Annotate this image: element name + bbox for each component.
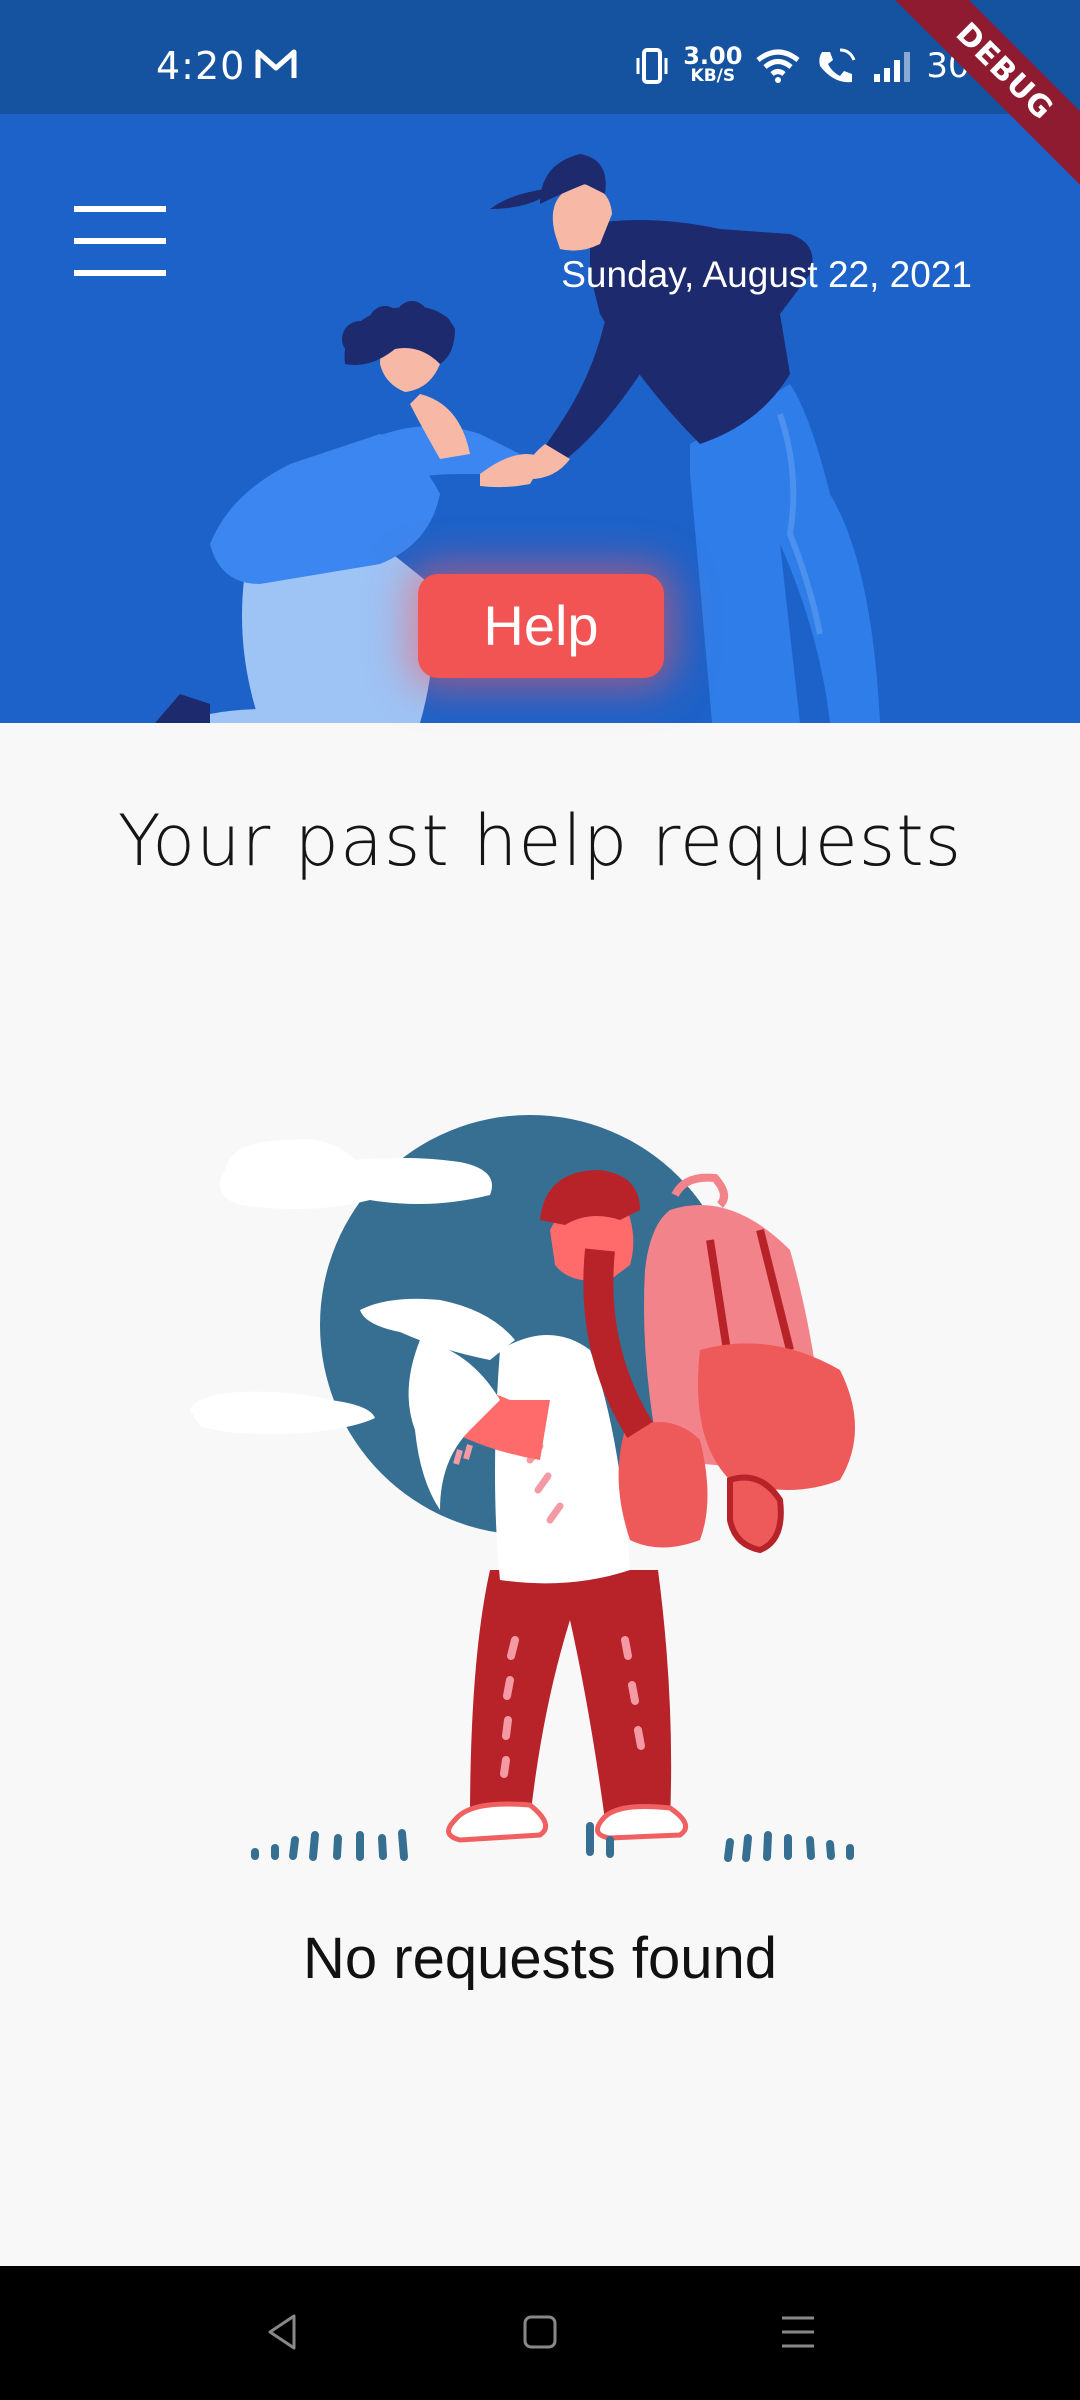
network-speed: 3.00 KB/S — [683, 42, 743, 86]
wifi-icon — [756, 49, 800, 83]
wifi-calling-icon — [819, 48, 856, 83]
network-speed-unit: KB/S — [690, 66, 736, 86]
signal-icon — [874, 52, 911, 82]
system-navigation-bar — [0, 2266, 1080, 2400]
back-icon[interactable] — [262, 2312, 302, 2352]
status-time: 4:20 — [156, 44, 246, 88]
gmail-icon — [255, 49, 297, 78]
help-button[interactable]: Help — [418, 574, 664, 678]
menu-button[interactable] — [74, 206, 166, 276]
current-date: Sunday, August 22, 2021 — [561, 254, 972, 295]
page-title: Your past help requests — [117, 800, 963, 882]
traveler-illustration — [190, 1115, 855, 1862]
recents-icon[interactable] — [778, 2312, 818, 2352]
vibrate-icon — [636, 48, 668, 84]
home-icon[interactable] — [520, 2312, 560, 2352]
network-speed-value: 3.00 — [683, 42, 743, 70]
empty-state-message: No requests found — [303, 1926, 777, 1991]
